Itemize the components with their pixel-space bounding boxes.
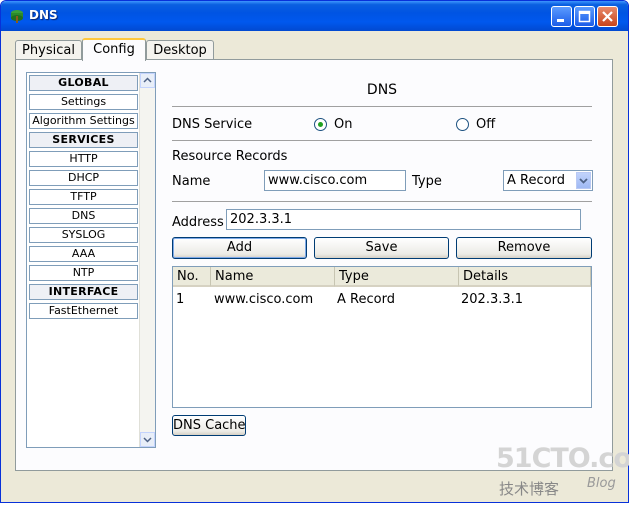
column-header-details[interactable]: Details	[459, 267, 591, 287]
resource-records-label: Resource Records	[172, 149, 288, 164]
sidebar-item-http[interactable]: HTTP	[29, 151, 138, 167]
dns-on-label[interactable]: On	[334, 117, 352, 132]
address-input[interactable]: 202.3.3.1	[226, 209, 581, 230]
section-title: DNS	[366, 82, 398, 98]
minimize-button[interactable]	[551, 6, 572, 27]
address-label: Address	[172, 215, 224, 230]
sidebar-item-syslog[interactable]: SYSLOG	[29, 227, 138, 243]
scroll-down-button[interactable]	[140, 432, 155, 447]
column-header-type[interactable]: Type	[335, 267, 459, 287]
cell-details: 202.3.3.1	[461, 292, 524, 307]
watermark-blog: Blog	[587, 476, 616, 491]
tab-label: Config	[93, 42, 135, 57]
dns-off-label[interactable]: Off	[476, 117, 495, 132]
sidebar-item-settings[interactable]: Settings	[29, 94, 138, 110]
sidebar-item-algorithm[interactable]: Algorithm Settings	[29, 113, 138, 129]
sidebar-item-dns[interactable]: DNS	[29, 208, 138, 224]
sidebar-item-ntp[interactable]: NTP	[29, 265, 138, 281]
sidebar-scrollbar[interactable]	[139, 73, 155, 447]
title-bar[interactable]: DNS	[1, 1, 628, 31]
remove-button[interactable]: Remove	[456, 237, 592, 259]
dropdown-button[interactable]	[576, 172, 591, 189]
maximize-button[interactable]	[574, 6, 595, 27]
sidebar-item-tftp[interactable]: TFTP	[29, 189, 138, 205]
sidebar-item-aaa[interactable]: AAA	[29, 246, 138, 262]
chevron-up-icon	[143, 77, 152, 83]
close-button[interactable]	[597, 6, 618, 27]
sidebar-item-fastethernet[interactable]: FastEthernet	[29, 303, 138, 319]
sidebar-item-dhcp[interactable]: DHCP	[29, 170, 138, 186]
type-select-value: A Record	[507, 173, 565, 188]
sidebar-header-services: SERVICES	[29, 132, 138, 148]
tab-desktop[interactable]: Desktop	[146, 40, 214, 61]
cell-no: 1	[176, 292, 185, 307]
divider	[172, 140, 592, 141]
watermark-site: 51CTO.com	[496, 443, 629, 474]
divider	[172, 106, 592, 107]
name-input[interactable]: www.cisco.com	[264, 170, 406, 191]
dns-window: DNS Physical Config Desktop GLOBAL Setti…	[0, 0, 629, 503]
minimize-icon	[557, 19, 564, 22]
sidebar-header-interface: INTERFACE	[29, 284, 138, 300]
dns-on-radio[interactable]	[314, 118, 327, 131]
dns-off-radio[interactable]	[456, 118, 469, 131]
dns-service-label: DNS Service	[172, 117, 253, 132]
chevron-down-icon	[143, 437, 152, 443]
column-header-name[interactable]: Name	[211, 267, 335, 287]
tab-physical[interactable]: Physical	[15, 40, 82, 61]
maximize-icon	[578, 10, 591, 23]
divider	[172, 201, 592, 202]
cell-name: www.cisco.com	[214, 292, 314, 307]
sidebar-header-global: GLOBAL	[29, 75, 138, 91]
column-header-no[interactable]: No.	[173, 267, 211, 287]
chevron-down-icon	[579, 178, 588, 184]
tab-label: Physical	[22, 43, 75, 58]
close-icon	[602, 11, 613, 22]
window-title: DNS	[29, 8, 58, 22]
config-panel: GLOBAL Settings Algorithm Settings SERVI…	[15, 59, 613, 471]
tab-label: Desktop	[153, 43, 207, 58]
cisco-device-icon	[11, 10, 23, 23]
cell-type: A Record	[337, 292, 395, 307]
tab-config[interactable]: Config	[82, 38, 146, 61]
type-label: Type	[412, 174, 442, 189]
watermark-tagline: 技术博客	[499, 480, 560, 498]
save-button[interactable]: Save	[314, 237, 449, 259]
dns-records-table: No. Name Type Details 1 www.cisco.com A …	[172, 266, 592, 408]
config-sidebar: GLOBAL Settings Algorithm Settings SERVI…	[26, 72, 156, 448]
add-button[interactable]: Add	[172, 237, 307, 259]
scroll-up-button[interactable]	[140, 73, 155, 88]
type-select[interactable]: A Record	[503, 170, 593, 191]
dns-cache-button[interactable]: DNS Cache	[172, 415, 246, 436]
name-label: Name	[172, 174, 211, 189]
